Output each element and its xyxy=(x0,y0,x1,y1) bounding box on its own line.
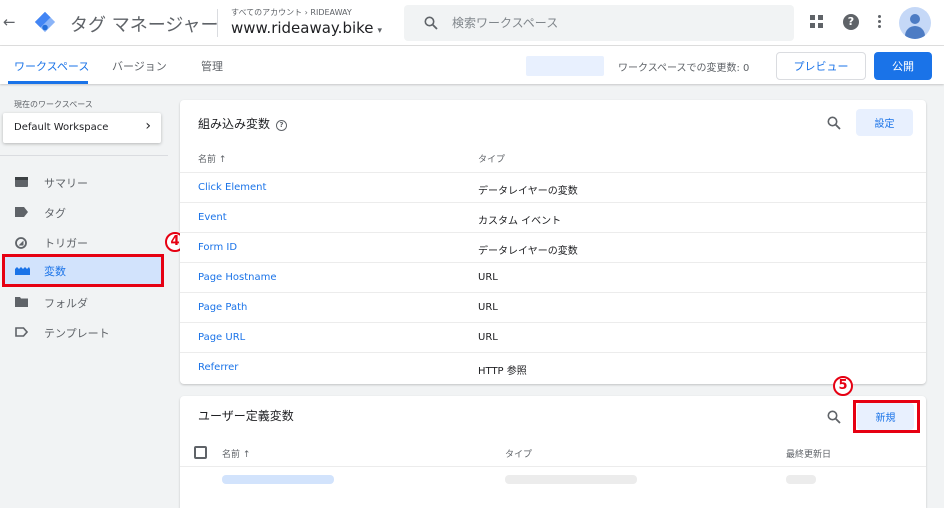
tag-icon xyxy=(15,207,28,217)
workspace-name: Default Workspace xyxy=(14,122,109,133)
variable-name[interactable]: Page Path xyxy=(198,302,247,313)
builtin-variables-card: 組み込み変数? 設定 名前 ↑ タイプ Click Element データレイヤー… xyxy=(180,100,926,384)
sidebar-item-label: トリガー xyxy=(44,237,88,250)
redacted-variable-type xyxy=(505,475,637,484)
configure-button[interactable]: 設定 xyxy=(856,109,913,136)
sidebar-item-label: サマリー xyxy=(44,177,88,190)
sidebar-item-label: フォルダ xyxy=(44,297,88,310)
sidebar-item-folders[interactable]: フォルダ xyxy=(0,288,165,316)
search-input[interactable] xyxy=(452,5,782,41)
redacted-variable-name xyxy=(222,475,334,484)
sidebar-item-label: テンプレート xyxy=(44,327,110,340)
dropdown-caret-icon: ▾ xyxy=(377,26,383,36)
search-icon[interactable] xyxy=(827,410,841,424)
user-defined-variables-title: ユーザー定義変数 xyxy=(198,409,294,423)
apps-grid-icon[interactable] xyxy=(810,15,824,29)
table-row[interactable]: Form ID データレイヤーの変数 xyxy=(180,232,926,262)
table-row[interactable]: Click Element データレイヤーの変数 xyxy=(180,172,926,202)
workspace-selector[interactable]: Default Workspace › xyxy=(3,113,161,143)
template-icon xyxy=(15,327,28,337)
account-breadcrumb[interactable]: すべてのアカウント › RIDEAWAY xyxy=(231,7,352,18)
tab-admin[interactable]: 管理 xyxy=(201,58,223,74)
sidebar-divider xyxy=(0,155,168,156)
table-row[interactable]: Event カスタム イベント xyxy=(180,202,926,232)
column-header-type: タイプ xyxy=(478,155,506,165)
variable-type: データレイヤーの変数 xyxy=(478,186,578,197)
select-all-checkbox[interactable] xyxy=(194,446,207,459)
highlight-box-new-button xyxy=(853,400,920,433)
table-row[interactable]: Page Path URL xyxy=(180,292,926,322)
table-row[interactable]: Referrer HTTP 参照 xyxy=(180,352,926,382)
back-arrow-icon[interactable]: ← xyxy=(3,13,16,31)
chevron-right-icon: › xyxy=(145,118,151,134)
sidebar-item-summary[interactable]: サマリー xyxy=(0,168,165,196)
column-header-name[interactable]: 名前 ↑ xyxy=(198,152,226,165)
container-name: www.rideaway.bike xyxy=(231,19,374,37)
builtin-variables-title: 組み込み変数? xyxy=(198,115,288,132)
variable-name[interactable]: Click Element xyxy=(198,182,266,193)
search-icon[interactable] xyxy=(827,116,841,130)
header-divider xyxy=(217,9,218,37)
variable-name[interactable]: Page Hostname xyxy=(198,272,277,283)
user-defined-variables-card: ユーザー定義変数 新規 名前 ↑ タイプ 最終更新日 xyxy=(180,396,926,508)
help-icon[interactable]: ? xyxy=(843,14,859,30)
summary-icon xyxy=(15,177,28,187)
trigger-icon xyxy=(15,237,27,249)
workspace-toolbar: ワークスペース バージョン 管理 ワークスペースでの変更数: 0 プレビュー 公… xyxy=(0,46,944,84)
tab-workspace[interactable]: ワークスペース xyxy=(14,58,89,74)
redacted-last-edited xyxy=(786,475,816,484)
redacted-status xyxy=(526,56,604,76)
variable-type: HTTP 参照 xyxy=(478,366,527,377)
table-row[interactable]: Page Hostname URL xyxy=(180,262,926,292)
app-header: ← タグ マネージャー すべてのアカウント › RIDEAWAY www.rid… xyxy=(0,0,944,46)
folder-icon xyxy=(15,297,28,307)
column-header-name[interactable]: 名前 ↑ xyxy=(222,447,250,460)
sidebar-item-triggers[interactable]: トリガー xyxy=(0,228,165,256)
sidebar-item-tags[interactable]: タグ xyxy=(0,198,165,226)
variable-name[interactable]: Event xyxy=(198,212,227,223)
tag-manager-logo-icon xyxy=(34,11,56,33)
variable-type: データレイヤーの変数 xyxy=(478,246,578,257)
variable-name[interactable]: Page URL xyxy=(198,332,245,343)
publish-button[interactable]: 公開 xyxy=(874,52,932,80)
column-header-type: タイプ xyxy=(505,450,533,460)
search-icon xyxy=(424,16,438,30)
more-vert-icon[interactable] xyxy=(878,14,882,30)
table-row[interactable]: Page URL URL xyxy=(180,322,926,352)
highlight-box-variables xyxy=(2,254,164,287)
variable-type: URL xyxy=(478,272,498,283)
preview-button[interactable]: プレビュー xyxy=(776,52,866,80)
variable-type: URL xyxy=(478,302,498,313)
container-selector[interactable]: www.rideaway.bike ▾ xyxy=(231,19,382,37)
search-bar[interactable] xyxy=(404,5,794,41)
app-title: タグ マネージャー xyxy=(70,15,219,36)
tab-versions[interactable]: バージョン xyxy=(112,58,167,74)
sidebar-item-label: タグ xyxy=(44,207,66,220)
variable-type: URL xyxy=(478,332,498,343)
workspace-changes-count: ワークスペースでの変更数: 0 xyxy=(618,63,750,74)
variable-type: カスタム イベント xyxy=(478,216,562,227)
active-tab-indicator xyxy=(8,81,88,84)
help-icon[interactable]: ? xyxy=(276,120,288,131)
current-workspace-caption: 現在のワークスペース xyxy=(14,100,93,109)
variable-name[interactable]: Referrer xyxy=(198,362,238,373)
sidebar-item-templates[interactable]: テンプレート xyxy=(0,318,165,346)
row-divider xyxy=(180,466,926,467)
variable-name[interactable]: Form ID xyxy=(198,242,237,253)
column-header-last-edited: 最終更新日 xyxy=(786,450,832,460)
account-avatar[interactable] xyxy=(899,7,931,39)
step-marker-5: 5 xyxy=(833,376,853,396)
